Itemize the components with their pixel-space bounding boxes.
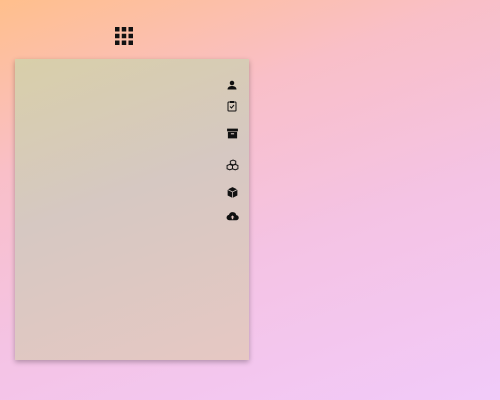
person-icon: [226, 79, 238, 91]
upload-button[interactable]: [221, 205, 243, 227]
archive-button[interactable]: [221, 122, 243, 144]
box-icon: [226, 186, 239, 199]
packages-button[interactable]: [221, 154, 243, 176]
packages-icon: [226, 159, 239, 172]
archive-icon: [226, 127, 239, 140]
tasks-button[interactable]: [221, 95, 243, 117]
clipboard-check-icon: [226, 100, 238, 112]
apps-grid-icon: [115, 26, 133, 50]
profile-button[interactable]: [221, 74, 243, 96]
box-button[interactable]: [221, 181, 243, 203]
app-launcher-button[interactable]: [112, 26, 136, 50]
cloud-upload-icon: [226, 210, 239, 223]
side-panel: [15, 59, 249, 360]
